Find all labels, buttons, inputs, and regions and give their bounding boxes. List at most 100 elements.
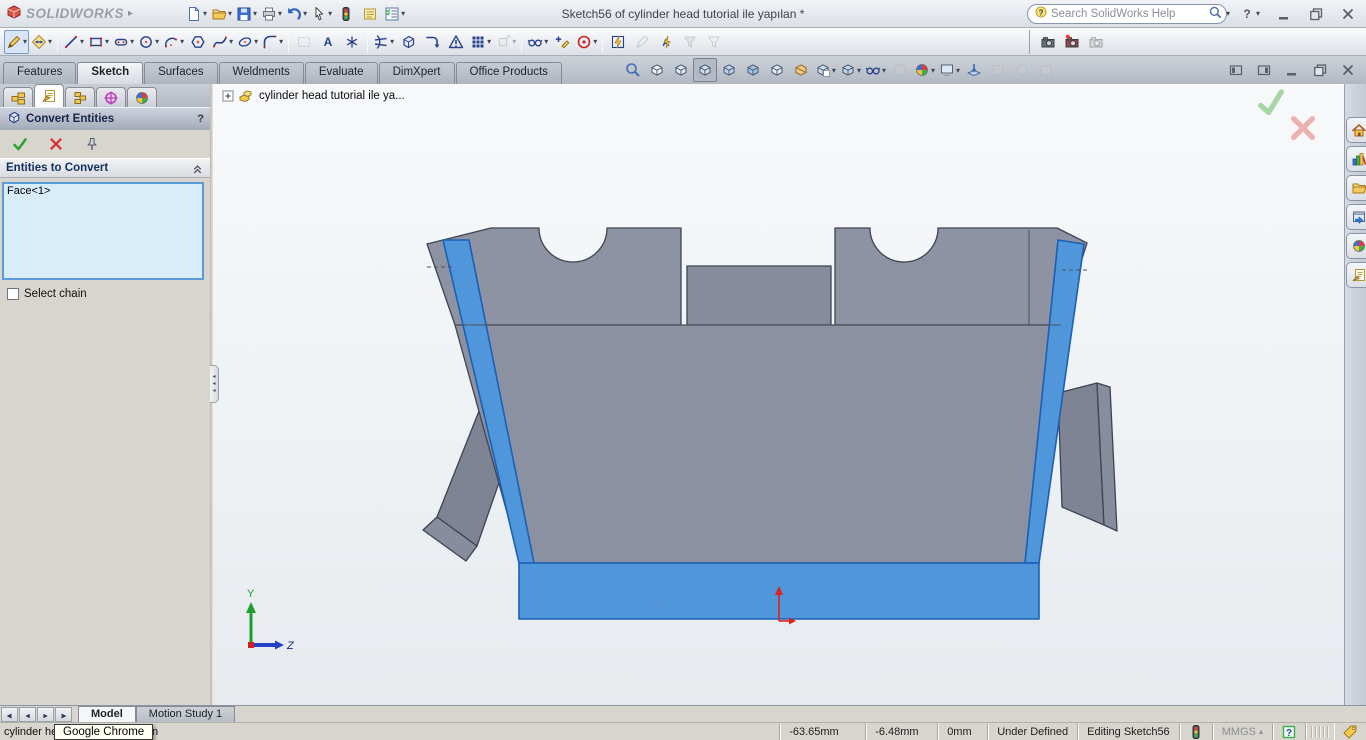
configurationmanager-icon[interactable] bbox=[65, 87, 95, 107]
selected-entity-item[interactable]: Face<1> bbox=[7, 185, 199, 198]
screen-capture-icon[interactable] bbox=[1036, 30, 1060, 54]
record-video-icon[interactable] bbox=[1060, 30, 1084, 54]
instant2d-icon[interactable]: A bbox=[654, 30, 678, 54]
propertymanager-icon[interactable] bbox=[34, 84, 64, 107]
display-delete-relations-icon[interactable]: ▾ bbox=[525, 30, 550, 54]
options-icon[interactable]: ▾ bbox=[382, 2, 407, 26]
model-right-port[interactable] bbox=[1058, 383, 1104, 525]
displaymanager-icon[interactable] bbox=[127, 87, 157, 107]
trim-entities-icon[interactable]: ▾ bbox=[371, 30, 396, 54]
minimize-window-icon[interactable] bbox=[1272, 2, 1296, 26]
sketch-dropdown-icon[interactable]: ▾ bbox=[23, 37, 27, 46]
restore-window-icon[interactable] bbox=[1304, 2, 1328, 26]
select-chain-checkbox[interactable] bbox=[7, 288, 19, 300]
trim-entities-dropdown-icon[interactable]: ▾ bbox=[390, 37, 394, 46]
view-shaded-with-edges-icon[interactable] bbox=[717, 58, 741, 82]
cylinder-head-model[interactable]: Y Z bbox=[213, 84, 1344, 705]
no-solve-move-dropdown-icon[interactable]: ▾ bbox=[593, 37, 597, 46]
line-dropdown-icon[interactable]: ▾ bbox=[80, 37, 84, 46]
view-draft-quality-icon[interactable] bbox=[765, 58, 789, 82]
centerpoint-arc-dropdown-icon[interactable]: ▾ bbox=[180, 37, 184, 46]
tab-sketch[interactable]: Sketch bbox=[77, 62, 143, 84]
ellipse-icon[interactable]: ▾ bbox=[235, 30, 260, 54]
toolbar-expand-icon[interactable]: ▸ bbox=[128, 8, 133, 19]
line-icon[interactable]: ▾ bbox=[61, 30, 86, 54]
view-hidden-lines-removed-icon[interactable] bbox=[693, 58, 717, 82]
close-window-icon[interactable] bbox=[1336, 2, 1360, 26]
help-question-icon[interactable]: ?▾ bbox=[1237, 2, 1262, 26]
centerpoint-arc-icon[interactable]: ▾ bbox=[161, 30, 186, 54]
circle-icon[interactable]: ▾ bbox=[136, 30, 161, 54]
expand-tree-icon[interactable] bbox=[219, 88, 237, 104]
search-dropdown-icon[interactable]: ▾ bbox=[1226, 9, 1230, 18]
design-library-icon[interactable] bbox=[1346, 146, 1366, 172]
point-icon[interactable] bbox=[340, 30, 364, 54]
panel-collapse-handle[interactable]: ◂◂◂ bbox=[210, 365, 219, 403]
flyout-part-name[interactable]: cylinder head tutorial ile ya... bbox=[259, 90, 405, 102]
dimxpertmanager-icon[interactable] bbox=[96, 87, 126, 107]
view-hidden-lines-visible-icon[interactable] bbox=[669, 58, 693, 82]
tab-weldments[interactable]: Weldments bbox=[219, 62, 304, 84]
undo-dropdown-icon[interactable]: ▾ bbox=[303, 9, 307, 18]
camera-anchor-icon[interactable] bbox=[962, 58, 986, 82]
model-top-right-block[interactable] bbox=[835, 228, 1087, 325]
corner-rectangle-dropdown-icon[interactable]: ▾ bbox=[105, 37, 109, 46]
status-units[interactable]: MMGS ▴ bbox=[1212, 723, 1272, 740]
cancel-icon[interactable] bbox=[44, 132, 68, 156]
linear-sketch-pattern-dropdown-icon[interactable]: ▾ bbox=[487, 37, 491, 46]
entities-to-convert-header[interactable]: Entities to Convert bbox=[0, 158, 210, 178]
straight-slot-icon[interactable]: ▾ bbox=[111, 30, 136, 54]
view-shaded-icon[interactable] bbox=[741, 58, 765, 82]
corner-rectangle-icon[interactable]: ▾ bbox=[86, 30, 111, 54]
spline-dropdown-icon[interactable]: ▾ bbox=[229, 37, 233, 46]
sketch-fillet-dropdown-icon[interactable]: ▾ bbox=[279, 37, 283, 46]
quick-snaps-icon[interactable] bbox=[606, 30, 630, 54]
sketch-fillet-icon[interactable]: ▾ bbox=[260, 30, 285, 54]
tab-surfaces[interactable]: Surfaces bbox=[144, 62, 217, 84]
display-style-icon[interactable]: ▾ bbox=[813, 58, 838, 82]
save-dropdown-icon[interactable]: ▾ bbox=[253, 9, 257, 18]
tab-model[interactable]: Model bbox=[78, 706, 136, 722]
select-icon[interactable]: ▾ bbox=[309, 2, 334, 26]
display-style-dropdown-icon[interactable]: ▾ bbox=[832, 66, 836, 75]
restore-document-icon[interactable] bbox=[1308, 58, 1332, 82]
pane-right-toggle-icon[interactable] bbox=[1252, 58, 1276, 82]
view-palette-icon[interactable] bbox=[1346, 204, 1366, 230]
fast-forward-icon[interactable]: |▶ bbox=[55, 707, 72, 722]
hide-show-items-dropdown-icon[interactable]: ▾ bbox=[882, 66, 886, 75]
help-icon[interactable]: ? bbox=[197, 113, 204, 125]
model-center-block[interactable] bbox=[687, 266, 831, 325]
minimize-document-icon[interactable] bbox=[1280, 58, 1304, 82]
file-explorer-icon[interactable] bbox=[1346, 175, 1366, 201]
linear-sketch-pattern-icon[interactable]: ▾ bbox=[468, 30, 493, 54]
tab-dimxpert[interactable]: DimXpert bbox=[379, 62, 455, 84]
save-icon[interactable]: ▾ bbox=[234, 2, 259, 26]
confirm-cancel-icon[interactable] bbox=[1286, 116, 1320, 140]
custom-properties-icon[interactable] bbox=[1346, 262, 1366, 288]
confirm-ok-icon[interactable] bbox=[1253, 89, 1289, 115]
stoplight-icon[interactable] bbox=[334, 2, 358, 26]
open-document-dropdown-icon[interactable]: ▾ bbox=[228, 9, 232, 18]
help-question-dropdown-icon[interactable]: ▾ bbox=[1256, 9, 1260, 18]
tab-features[interactable]: Features bbox=[3, 62, 76, 84]
zoom-to-fit-icon[interactable] bbox=[621, 58, 645, 82]
straight-slot-dropdown-icon[interactable]: ▾ bbox=[130, 37, 134, 46]
print-icon[interactable]: ▾ bbox=[259, 2, 284, 26]
convert-entities-icon[interactable] bbox=[396, 30, 420, 54]
appearance-note-icon[interactable] bbox=[358, 2, 382, 26]
print-dropdown-icon[interactable]: ▾ bbox=[278, 9, 282, 18]
close-document-icon[interactable] bbox=[1336, 58, 1360, 82]
view-orientation-dropdown-icon[interactable]: ▾ bbox=[857, 66, 861, 75]
open-document-icon[interactable]: ▾ bbox=[209, 2, 234, 26]
view-wireframe-icon[interactable] bbox=[645, 58, 669, 82]
frame-forward-icon[interactable]: ▶ bbox=[37, 707, 54, 722]
tab-office-products[interactable]: Office Products bbox=[456, 62, 562, 84]
undo-icon[interactable]: ▾ bbox=[284, 2, 309, 26]
pin-icon[interactable] bbox=[80, 132, 104, 156]
solidworks-resources-icon[interactable] bbox=[1346, 117, 1366, 143]
apply-scene-icon[interactable]: ▾ bbox=[912, 58, 937, 82]
appearances-scenes-icon[interactable] bbox=[1346, 233, 1366, 259]
smart-dimension-dropdown-icon[interactable]: ▾ bbox=[48, 37, 52, 46]
section-view-icon[interactable] bbox=[789, 58, 813, 82]
tab-motion-study-1[interactable]: Motion Study 1 bbox=[136, 706, 235, 722]
